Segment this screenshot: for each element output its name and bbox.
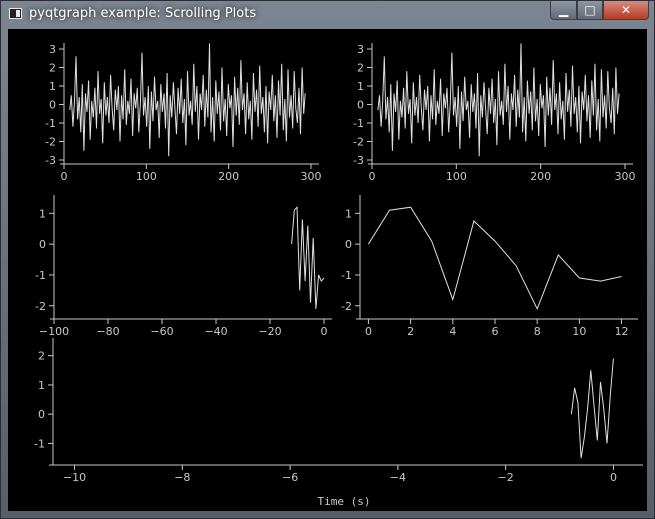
minimize-button[interactable]: ▁ <box>550 1 577 20</box>
x-tick-label: 6 <box>492 325 499 338</box>
x-tick-label: −4 <box>390 471 406 484</box>
x-tick-label: −100 <box>39 325 69 338</box>
y-tick-label: -1 <box>341 269 352 282</box>
x-tick-label: −20 <box>258 325 281 338</box>
x-tick-label: 300 <box>301 170 322 183</box>
y-tick-label: -3 <box>353 154 364 167</box>
plot-5-series-line <box>570 358 614 459</box>
x-tick-label: −80 <box>96 325 119 338</box>
x-axis-title: Time (s) <box>318 495 371 508</box>
y-tick-label: -3 <box>45 154 56 167</box>
x-tick-label: 0 <box>321 325 328 338</box>
title-bar[interactable]: pyqtgraph example: Scrolling Plots ▁ □ ✕ <box>1 1 654 28</box>
y-tick-label: 0 <box>49 99 56 112</box>
y-tick-label: 3 <box>49 43 56 56</box>
y-tick-label: -1 <box>35 269 46 282</box>
y-tick-label: 2 <box>357 62 364 75</box>
y-tick-label: -1 <box>353 117 364 130</box>
y-tick-label: 2 <box>38 350 45 363</box>
x-tick-label: 0 <box>610 471 617 484</box>
x-tick-label: −10 <box>63 471 86 484</box>
y-tick-label: -1 <box>34 437 45 450</box>
window-title: pyqtgraph example: Scrolling Plots <box>29 6 257 21</box>
x-tick-label: 2 <box>407 325 414 338</box>
window-controls: ▁ □ ✕ <box>550 1 649 20</box>
x-tick-label: 200 <box>530 170 551 183</box>
scrolling-plots-canvas[interactable]: 3210-1-2-30 100 200 3003210-1-2-30 100 200 300… <box>8 29 647 511</box>
x-tick-label: 8 <box>534 325 541 338</box>
plot-1-series-line <box>69 43 306 157</box>
x-tick-label: 200 <box>218 170 239 183</box>
plot-3-series-line <box>291 205 325 309</box>
maximize-button[interactable]: □ <box>577 1 603 20</box>
x-tick-label: 0 <box>61 170 68 183</box>
y-tick-label: 0 <box>38 408 45 421</box>
app-window: pyqtgraph example: Scrolling Plots ▁ □ ✕… <box>0 0 655 519</box>
x-tick-label: −8 <box>174 471 190 484</box>
x-tick-label: −6 <box>282 471 298 484</box>
y-tick-label: 1 <box>357 80 364 93</box>
plot-4-series-line <box>367 206 622 311</box>
y-tick-label: 1 <box>39 207 46 220</box>
x-tick-label: 12 <box>615 325 629 338</box>
y-tick-label: -2 <box>45 136 56 149</box>
x-tick-label: 300 <box>615 170 636 183</box>
y-tick-label: -2 <box>353 136 364 149</box>
x-tick-label: 100 <box>446 170 467 183</box>
y-tick-label: 1 <box>49 80 56 93</box>
x-tick-label: 4 <box>449 325 456 338</box>
y-tick-label: -2 <box>341 300 352 313</box>
y-tick-label: 0 <box>357 99 364 112</box>
plot-area[interactable]: 3 2 1 0 -1 -2 -3 0 100 200 300 3 2 1 0 -1 -2 -3 0 100 200 300… <box>8 29 647 511</box>
x-tick-label: 100 <box>136 170 157 183</box>
x-tick-label: 10 <box>572 325 586 338</box>
x-tick-label: −2 <box>498 471 514 484</box>
y-tick-label: 3 <box>357 43 364 56</box>
y-tick-label: 1 <box>38 379 45 392</box>
y-tick-label: -1 <box>45 117 56 130</box>
y-tick-label: 0 <box>345 238 352 251</box>
x-tick-label: −40 <box>204 325 227 338</box>
close-button[interactable]: ✕ <box>603 1 649 20</box>
plot-2-series-line <box>377 43 620 157</box>
x-tick-label: 0 <box>365 325 372 338</box>
y-tick-label: 1 <box>345 207 352 220</box>
y-tick-label: -2 <box>35 300 46 313</box>
x-tick-label: 0 <box>369 170 376 183</box>
x-tick-label: −60 <box>150 325 173 338</box>
app-icon[interactable] <box>9 8 22 19</box>
y-tick-label: 0 <box>39 238 46 251</box>
y-tick-label: 2 <box>49 62 56 75</box>
